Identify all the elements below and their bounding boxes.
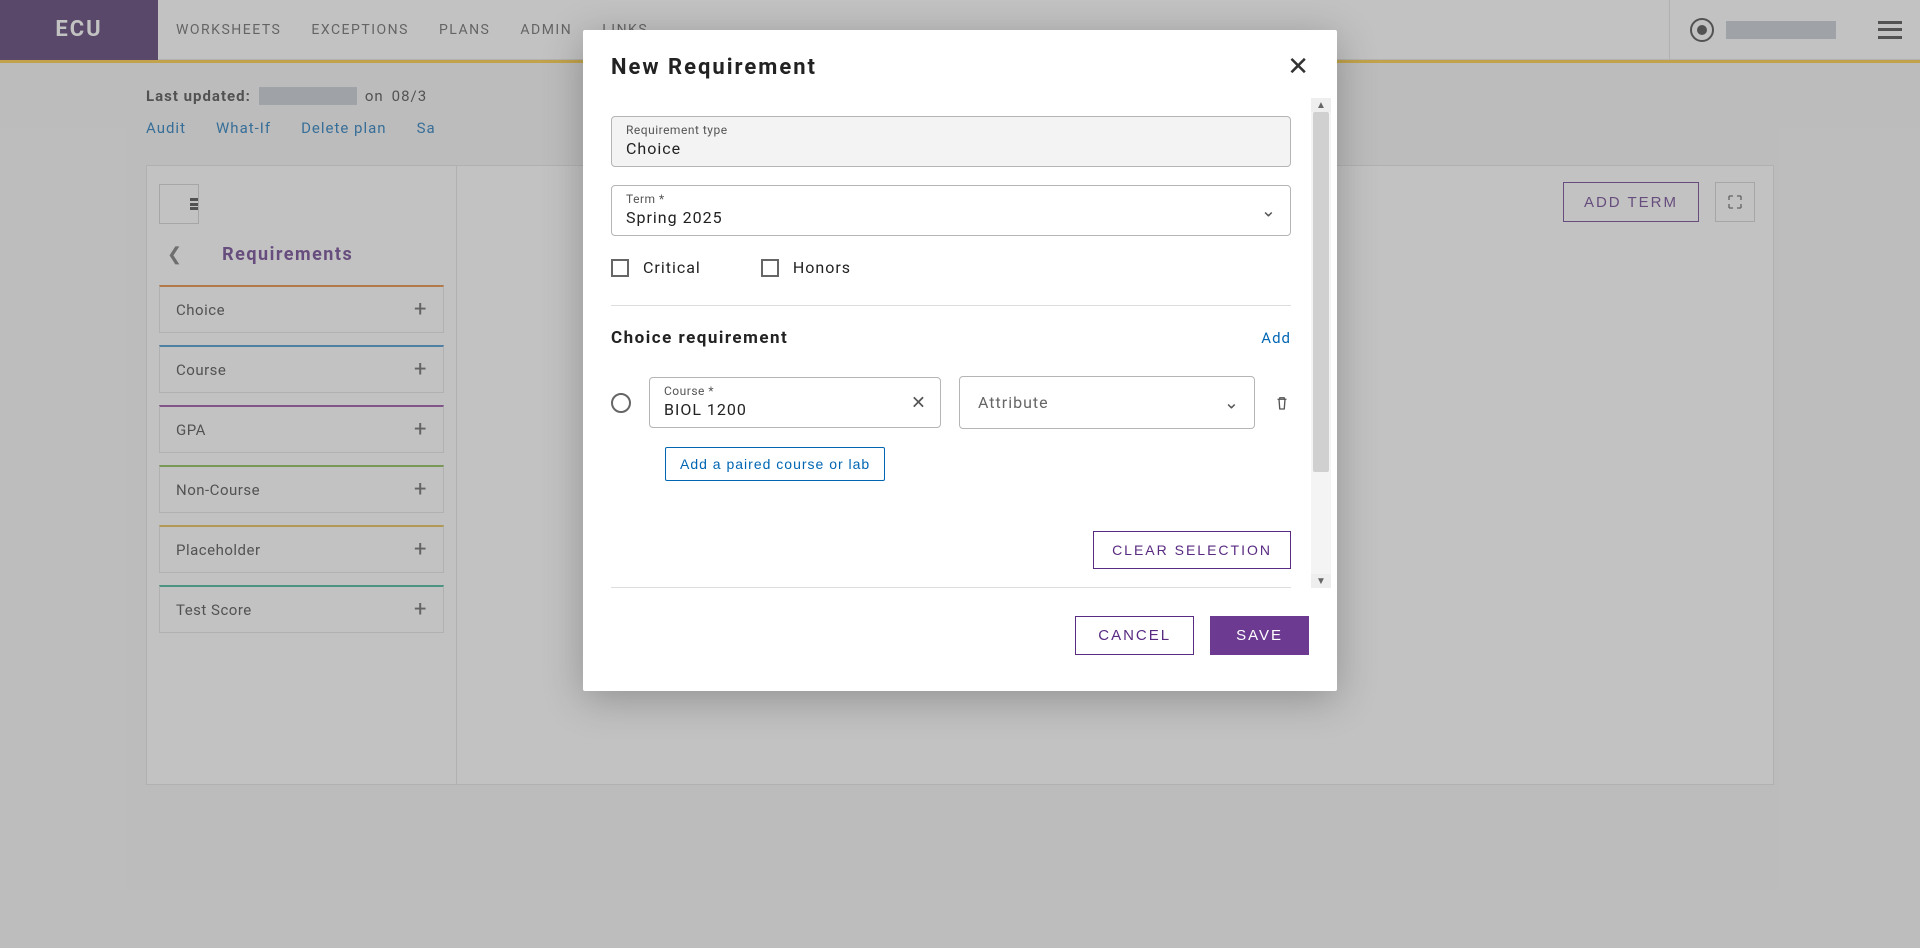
clear-course-icon[interactable]: ✕ xyxy=(911,392,926,413)
divider xyxy=(611,305,1291,306)
scroll-down-arrow[interactable]: ▼ xyxy=(1311,574,1331,588)
honors-checkbox[interactable] xyxy=(761,259,779,277)
course-value: BIOL 1200 xyxy=(664,400,898,419)
course-row: Course * BIOL 1200 ✕ Attribute ⌄ xyxy=(611,376,1291,429)
critical-checkbox-wrap[interactable]: Critical xyxy=(611,258,701,277)
critical-checkbox[interactable] xyxy=(611,259,629,277)
modal-overlay: New Requirement ✕ Requirement type Choic… xyxy=(0,0,1920,948)
choice-requirement-heading: Choice requirement xyxy=(611,328,788,348)
trash-icon[interactable] xyxy=(1273,394,1291,412)
save-button[interactable]: SAVE xyxy=(1210,616,1309,655)
attribute-placeholder: Attribute xyxy=(978,393,1049,412)
requirement-type-field: Requirement type Choice xyxy=(611,116,1291,167)
add-paired-course-button[interactable]: Add a paired course or lab xyxy=(665,447,885,481)
honors-checkbox-wrap[interactable]: Honors xyxy=(761,258,851,277)
add-link[interactable]: Add xyxy=(1261,329,1291,347)
term-label: Term * xyxy=(626,192,1276,206)
clear-selection-button[interactable]: CLEAR SELECTION xyxy=(1093,531,1291,569)
chevron-down-icon: ⌄ xyxy=(1261,200,1276,221)
scrollbar-thumb[interactable] xyxy=(1313,112,1329,472)
requirement-type-label: Requirement type xyxy=(626,123,1276,137)
requirement-type-value: Choice xyxy=(626,139,1276,158)
term-select[interactable]: Term * Spring 2025 ⌄ xyxy=(611,185,1291,236)
course-radio[interactable] xyxy=(611,393,631,413)
term-value: Spring 2025 xyxy=(626,208,1276,227)
new-requirement-modal: New Requirement ✕ Requirement type Choic… xyxy=(583,30,1337,691)
close-icon[interactable]: ✕ xyxy=(1287,54,1309,80)
cancel-button[interactable]: CANCEL xyxy=(1075,616,1194,655)
scroll-up-arrow[interactable]: ▲ xyxy=(1311,98,1331,112)
modal-title: New Requirement xyxy=(611,55,817,80)
course-label: Course * xyxy=(664,384,898,398)
course-input[interactable]: Course * BIOL 1200 ✕ xyxy=(649,377,941,428)
divider xyxy=(611,587,1291,588)
modal-scrollbar[interactable]: ▲ ▼ xyxy=(1311,98,1331,588)
critical-label: Critical xyxy=(643,258,701,277)
attribute-select[interactable]: Attribute ⌄ xyxy=(959,376,1255,429)
chevron-down-icon: ⌄ xyxy=(1224,392,1240,413)
honors-label: Honors xyxy=(793,258,851,277)
